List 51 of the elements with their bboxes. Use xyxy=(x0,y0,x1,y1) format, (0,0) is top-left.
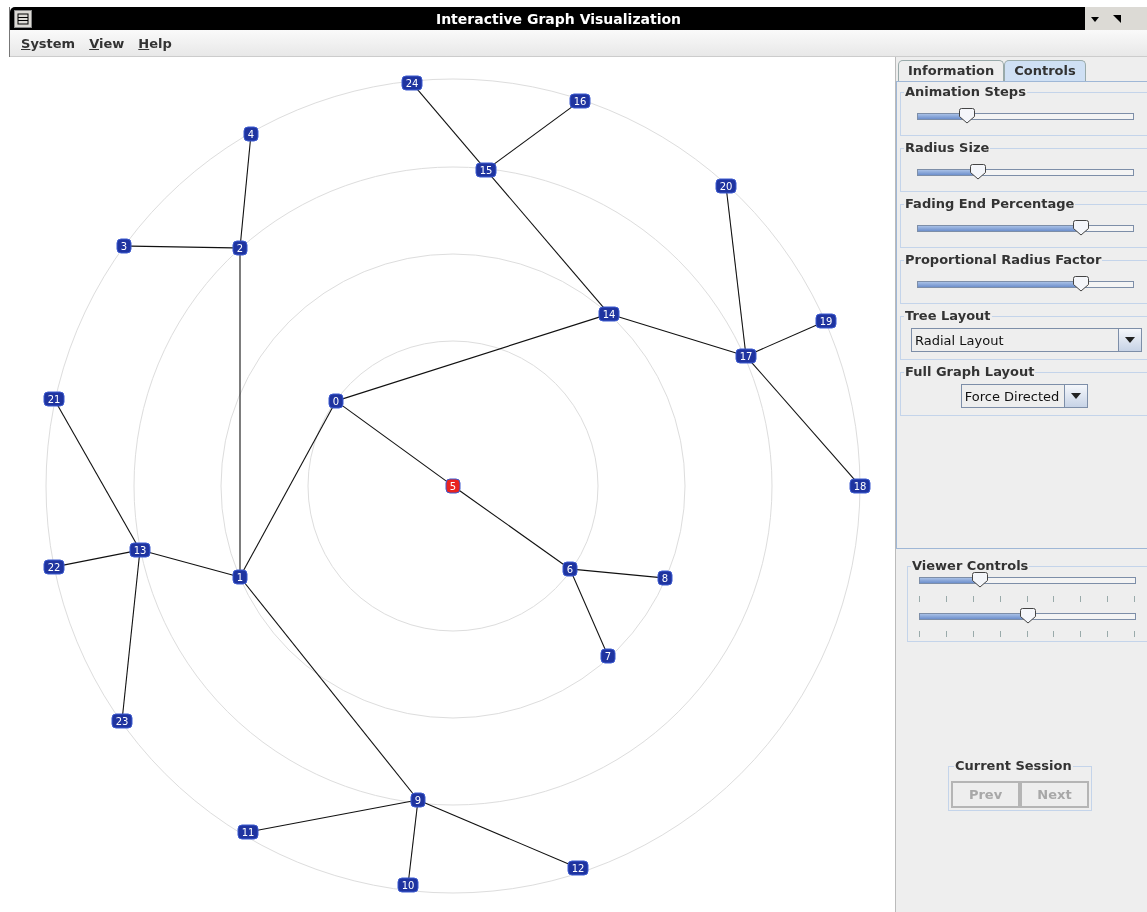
window-menu-icon[interactable] xyxy=(14,9,32,28)
graph-node[interactable]: 6 xyxy=(562,561,578,577)
graph-node[interactable]: 7 xyxy=(600,648,616,664)
group-title: Tree Layout xyxy=(904,308,992,323)
group-title: Fading End Percentage xyxy=(904,196,1076,211)
tab[interactable]: Controls xyxy=(1004,60,1086,81)
graph-node[interactable]: 20 xyxy=(715,178,737,194)
graph-node[interactable]: 16 xyxy=(569,93,591,109)
graph-node[interactable]: 14 xyxy=(598,306,620,322)
slider-thumb[interactable] xyxy=(1072,219,1091,236)
group-title: Current Session xyxy=(954,758,1073,773)
graph-node[interactable]: 17 xyxy=(735,348,757,364)
graph-node[interactable]: 3 xyxy=(116,238,132,254)
group-title: Viewer Controls xyxy=(911,558,1030,573)
graph-node[interactable]: 5 xyxy=(445,478,461,494)
graph-node[interactable]: 22 xyxy=(43,559,65,575)
graph-node[interactable]: 13 xyxy=(129,542,151,558)
caret-icon xyxy=(1125,337,1135,343)
slider-thumb[interactable] xyxy=(969,163,988,180)
graph-node[interactable]: 23 xyxy=(111,713,133,729)
graph-node[interactable]: 11 xyxy=(237,824,259,840)
maximize-icon[interactable] xyxy=(1111,12,1123,25)
graph-node[interactable]: 10 xyxy=(397,877,419,893)
graph-node[interactable]: 4 xyxy=(243,126,259,142)
graph-node[interactable]: 1 xyxy=(232,569,248,585)
slider-thumb[interactable] xyxy=(1018,607,1037,624)
group-title: Proportional Radius Factor xyxy=(904,252,1103,267)
slider-thumb[interactable] xyxy=(971,572,990,589)
window-title: Interactive Graph Visualization xyxy=(434,10,683,27)
menu-item[interactable]: Help xyxy=(138,35,172,51)
graph-node[interactable]: 15 xyxy=(475,162,497,178)
graph-node[interactable]: 0 xyxy=(328,393,344,409)
menu-item[interactable]: View xyxy=(89,35,125,51)
slider-thumb[interactable] xyxy=(1072,275,1091,292)
graph-node[interactable]: 18 xyxy=(849,478,871,494)
dropdown[interactable]: Radial Layout xyxy=(911,328,1142,352)
caret-icon xyxy=(1071,393,1082,399)
slider-thumb[interactable] xyxy=(958,107,977,124)
dropdown[interactable]: Force Directed xyxy=(960,384,1089,408)
graph-node[interactable]: 12 xyxy=(567,860,589,876)
menu-item[interactable]: System xyxy=(21,35,76,51)
group-title: Animation Steps xyxy=(904,84,1027,99)
graph-node[interactable]: 24 xyxy=(401,75,423,91)
tab[interactable]: Information xyxy=(898,60,1005,81)
graph-node[interactable]: 19 xyxy=(815,313,837,329)
group-title: Radius Size xyxy=(904,140,991,155)
graph-node[interactable]: 9 xyxy=(410,792,426,808)
graph-node[interactable]: 2 xyxy=(232,240,248,256)
group-title: Full Graph Layout xyxy=(904,364,1036,379)
graph-node[interactable]: 21 xyxy=(43,391,65,407)
graph-node[interactable]: 8 xyxy=(657,570,673,586)
